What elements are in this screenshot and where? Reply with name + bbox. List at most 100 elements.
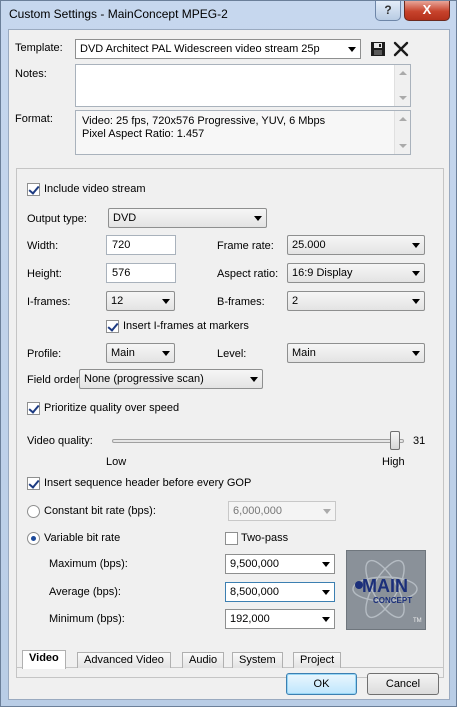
profile-label: Profile: (27, 348, 62, 360)
chevron-down-icon (348, 47, 356, 52)
level-select[interactable]: Main (287, 343, 425, 363)
min-bitrate-value: 192,000 (230, 613, 270, 625)
width-input[interactable]: 720 (106, 235, 176, 255)
chevron-down-icon (162, 299, 170, 304)
tab-system[interactable]: System (232, 652, 283, 668)
chevron-down-icon (412, 299, 420, 304)
profile-select[interactable]: Main (106, 343, 175, 363)
chevron-down-icon (250, 377, 258, 382)
two-pass-checkbox[interactable] (225, 532, 238, 545)
avg-bitrate-label: Average (bps): (49, 586, 121, 598)
iframes-select[interactable]: 12 (106, 291, 175, 311)
level-value: Main (292, 347, 316, 359)
notes-field[interactable] (75, 64, 411, 107)
constant-bitrate-radio[interactable] (27, 505, 40, 518)
dialog-window: Custom Settings - MainConcept MPEG-2 ? X… (0, 0, 457, 707)
delete-icon[interactable] (392, 40, 410, 58)
mainconcept-logo: MAIN CONCEPT TM (346, 550, 426, 630)
template-select[interactable]: DVD Architect PAL Widescreen video strea… (75, 39, 361, 59)
sequence-header-label: Insert sequence header before every GOP (44, 477, 252, 489)
aspect-ratio-value: 16:9 Display (292, 267, 353, 279)
frame-rate-select[interactable]: 25.000 (287, 235, 425, 255)
video-quality-label: Video quality: (27, 435, 93, 447)
chevron-down-icon (322, 617, 330, 622)
variable-bitrate-label: Variable bit rate (44, 532, 121, 544)
profile-value: Main (111, 347, 135, 359)
min-bitrate-select[interactable]: 192,000 (225, 609, 335, 629)
logo-trademark: TM (413, 618, 422, 624)
logo-text-concept: CONCEPT (373, 596, 413, 605)
scroll-up-icon (399, 71, 407, 75)
bframes-select[interactable]: 2 (287, 291, 425, 311)
cancel-button[interactable]: Cancel (367, 673, 439, 695)
include-video-checkbox[interactable] (27, 183, 40, 196)
max-bitrate-select[interactable]: 9,500,000 (225, 554, 335, 574)
constant-bitrate-label: Constant bit rate (bps): (44, 505, 156, 517)
template-label: Template: (15, 42, 63, 54)
max-bitrate-value: 9,500,000 (230, 558, 279, 570)
max-bitrate-label: Maximum (bps): (49, 558, 128, 570)
chevron-down-icon (412, 243, 420, 248)
height-input[interactable]: 576 (106, 263, 176, 283)
format-label: Format: (15, 113, 53, 125)
insert-iframes-label: Insert I-frames at markers (123, 320, 249, 332)
tab-strip: Video Advanced Video Audio System Projec… (16, 650, 444, 669)
iframes-label: I-frames: (27, 296, 71, 308)
prioritize-quality-label: Prioritize quality over speed (44, 402, 180, 414)
format-line-2: Pixel Aspect Ratio: 1.457 (82, 128, 205, 140)
title-bar[interactable]: Custom Settings - MainConcept MPEG-2 ? X (1, 1, 456, 29)
sequence-header-checkbox[interactable] (27, 477, 40, 490)
bframes-label: B-frames: (217, 296, 265, 308)
constant-bitrate-value: 6,000,000 (233, 505, 282, 517)
bframes-value: 2 (292, 295, 299, 307)
ok-button[interactable]: OK (286, 673, 357, 695)
tab-advanced-video[interactable]: Advanced Video (77, 652, 171, 668)
field-order-label: Field order: (27, 374, 83, 386)
constant-bitrate-select[interactable]: 6,000,000 (228, 501, 336, 521)
help-button[interactable]: ? (375, 1, 401, 21)
chevron-down-icon (162, 351, 170, 356)
close-button[interactable]: X (404, 1, 450, 21)
format-line-1: Video: 25 fps, 720x576 Progressive, YUV,… (82, 115, 326, 127)
tab-project[interactable]: Project (293, 652, 342, 668)
avg-bitrate-value: 8,500,000 (230, 586, 279, 598)
aspect-ratio-select[interactable]: 16:9 Display (287, 263, 425, 283)
video-quality-slider-track[interactable] (112, 439, 404, 443)
output-type-value: DVD (113, 212, 137, 224)
dialog-client-area: Template: DVD Architect PAL Widescreen v… (8, 29, 450, 700)
tab-audio[interactable]: Audio (182, 652, 225, 668)
height-label: Height: (27, 268, 62, 280)
video-quality-slider-thumb[interactable] (390, 431, 401, 450)
video-quality-low-label: Low (106, 456, 127, 468)
min-bitrate-label: Minimum (bps): (49, 613, 125, 625)
frame-rate-label: Frame rate: (217, 240, 274, 252)
scroll-down-icon (399, 96, 407, 100)
chevron-down-icon (412, 271, 420, 276)
prioritize-quality-checkbox[interactable] (27, 402, 40, 415)
include-video-label: Include video stream (44, 183, 146, 195)
scroll-down-icon (399, 144, 407, 148)
chevron-down-icon (412, 351, 420, 356)
insert-iframes-checkbox[interactable] (106, 320, 119, 333)
avg-bitrate-select[interactable]: 8,500,000 (225, 582, 335, 602)
logo-text-main: MAIN (362, 576, 408, 596)
output-type-select[interactable]: DVD (108, 208, 267, 228)
notes-label: Notes: (15, 68, 47, 80)
chevron-down-icon (322, 562, 330, 567)
level-label: Level: (217, 348, 247, 360)
field-order-value: None (progressive scan) (84, 373, 204, 385)
iframes-value: 12 (111, 295, 124, 307)
format-scrollbar[interactable] (394, 111, 410, 154)
tab-video[interactable]: Video (22, 650, 66, 669)
save-icon[interactable] (369, 40, 387, 58)
width-label: Width: (27, 240, 59, 252)
field-order-select[interactable]: None (progressive scan) (79, 369, 263, 389)
notes-scrollbar[interactable] (394, 65, 410, 106)
scroll-up-icon (399, 117, 407, 121)
variable-bitrate-radio[interactable] (27, 532, 40, 545)
format-field: Video: 25 fps, 720x576 Progressive, YUV,… (75, 110, 411, 155)
chevron-down-icon (322, 590, 330, 595)
output-type-label: Output type: (27, 213, 87, 225)
video-quality-value: 31 (413, 435, 426, 447)
frame-rate-value: 25.000 (292, 239, 326, 251)
